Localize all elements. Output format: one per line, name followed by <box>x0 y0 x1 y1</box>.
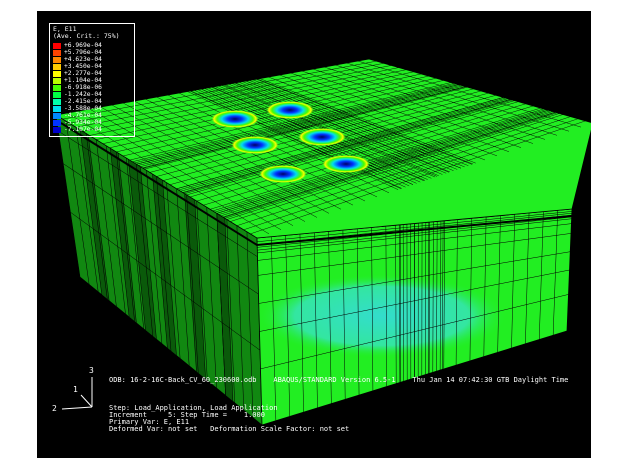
strain-zone-front <box>257 274 507 358</box>
model-viewport[interactable]: E, E11 (Ave. Crit.: 75%) +6.969e-04 +5.79… <box>37 11 591 458</box>
legend-value: -2.415e-04 <box>64 98 102 105</box>
legend-value: +4.623e-04 <box>64 56 102 63</box>
legend-value: -5.934e-04 <box>64 119 102 126</box>
legend-entry: +5.796e-04 <box>53 49 102 56</box>
legend-entry: -3.588e-04 <box>53 105 102 112</box>
legend-swatch <box>53 126 61 133</box>
deformed-var-info: Deformed Var: not set Deformation Scale … <box>109 425 350 433</box>
legend-entry: -7.107e-04 <box>53 126 102 133</box>
legend-criterion: (Ave. Crit.: 75%) <box>53 32 120 40</box>
legend-swatch <box>53 119 61 126</box>
legend-value: +2.277e-04 <box>64 70 102 77</box>
legend-swatch <box>53 98 61 105</box>
legend-swatch <box>53 49 61 56</box>
legend-swatch <box>53 70 61 77</box>
odb-info: ODB: 16-2-16C-Back_CV_60_230600.odb ABAQ… <box>109 376 569 384</box>
legend-value: -1.242e-04 <box>64 91 102 98</box>
triad-label-3: 3 <box>89 366 94 375</box>
legend-swatch <box>53 91 61 98</box>
legend-swatch <box>53 84 61 91</box>
legend-value: -3.588e-04 <box>64 105 102 112</box>
legend-value: -4.761e-04 <box>64 112 102 119</box>
legend-entry: +1.104e-04 <box>53 77 102 84</box>
contour-legend: E, E11 (Ave. Crit.: 75%) +6.969e-04 +5.79… <box>49 23 135 137</box>
legend-swatch <box>53 56 61 63</box>
legend-swatch <box>53 42 61 49</box>
legend-value: -6.918e-06 <box>64 84 102 91</box>
legend-entry: +3.450e-04 <box>53 63 102 70</box>
legend-value: +6.969e-04 <box>64 42 102 49</box>
triad-label-2: 2 <box>52 404 57 413</box>
legend-entry: -5.934e-04 <box>53 119 102 126</box>
legend-entry: -2.415e-04 <box>53 98 102 105</box>
legend-value: +5.796e-04 <box>64 49 102 56</box>
legend-entry: -1.242e-04 <box>53 91 102 98</box>
triad-label-1: 1 <box>73 385 78 394</box>
legend-swatch <box>53 77 61 84</box>
legend-swatch <box>53 63 61 70</box>
legend-entry: -6.918e-06 <box>53 84 102 91</box>
legend-entry: -4.761e-04 <box>53 112 102 119</box>
legend-entry: +4.623e-04 <box>53 56 102 63</box>
legend-value: +1.104e-04 <box>64 77 102 84</box>
legend-entry: +2.277e-04 <box>53 70 102 77</box>
legend-value: -7.107e-04 <box>64 126 102 133</box>
legend-swatch <box>53 105 61 112</box>
legend-entry: +6.969e-04 <box>53 42 102 49</box>
legend-value: +3.450e-04 <box>64 63 102 70</box>
legend-swatch <box>53 112 61 119</box>
